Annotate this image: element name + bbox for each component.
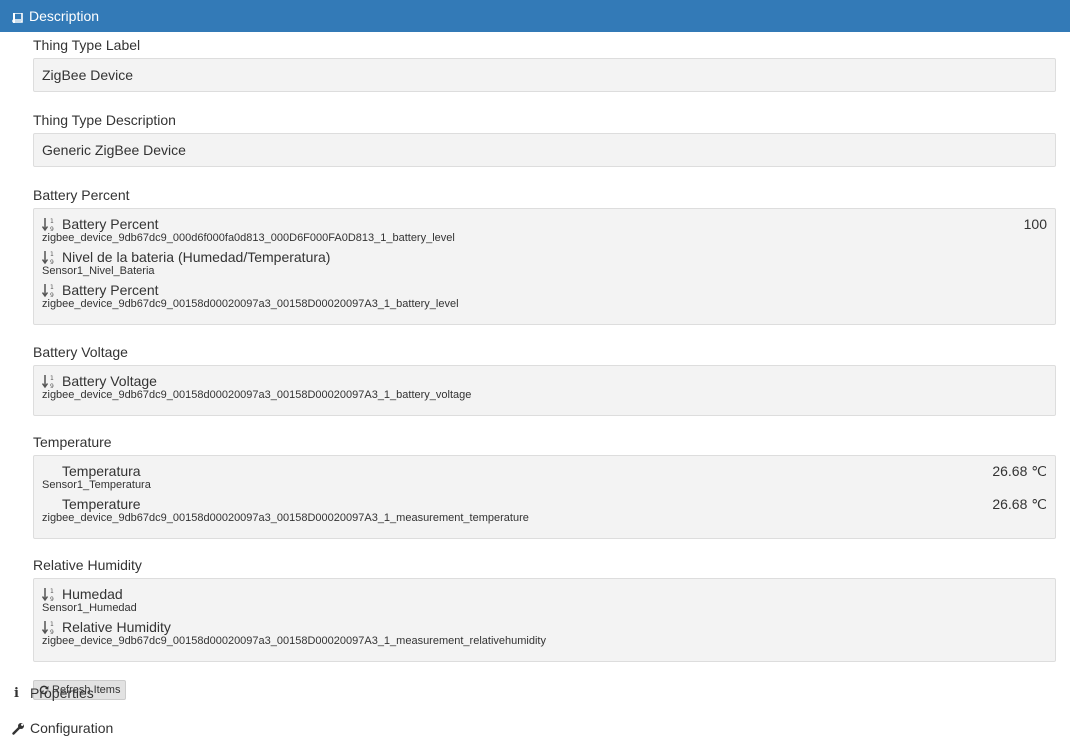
linked-item[interactable]: 19 Battery Voltage zigbee_device_9db67dc… — [41, 373, 1047, 402]
item-title: Relative Humidity — [62, 619, 171, 635]
sort-numeric-icon: 19 — [41, 374, 56, 390]
sort-numeric-icon: 19 — [41, 217, 56, 233]
svg-text:9: 9 — [50, 629, 54, 635]
item-name: zigbee_device_9db67dc9_00158d00020097a3_… — [42, 512, 529, 524]
info-icon: i — [14, 685, 19, 701]
svg-text:1: 1 — [50, 218, 54, 225]
svg-text:1: 1 — [50, 251, 54, 258]
properties-label: Properties — [30, 685, 94, 701]
item-name: zigbee_device_9db67dc9_00158d00020097a3_… — [42, 298, 459, 310]
linked-item[interactable]: 19 Nivel de la bateria (Humedad/Temperat… — [41, 249, 1047, 278]
item-title: Battery Voltage — [62, 373, 157, 389]
battery-percent-box: 19 Battery Percent zigbee_device_9db67dc… — [33, 208, 1056, 325]
wrench-icon — [12, 722, 25, 735]
sort-numeric-icon: 19 — [41, 250, 56, 266]
svg-text:1: 1 — [50, 621, 54, 628]
item-title: Temperature — [62, 496, 141, 512]
item-title: Nivel de la bateria (Humedad/Temperatura… — [62, 249, 331, 265]
item-name: Sensor1_Humedad — [42, 602, 137, 614]
item-title: Temperatura — [62, 463, 141, 479]
item-title: Battery Percent — [62, 216, 159, 232]
linked-item[interactable]: 19 Battery Percent zigbee_device_9db67dc… — [41, 282, 1047, 311]
description-header[interactable]: Description — [0, 0, 1070, 32]
description-panel: Thing Type Label ZigBee Device Thing Typ… — [0, 37, 1070, 700]
item-name: zigbee_device_9db67dc9_000d6f000fa0d813_… — [42, 232, 455, 244]
item-state: 26.68 ℃ — [992, 463, 1047, 479]
temperature-box: Temperatura Sensor1_Temperatura 26.68 ℃ … — [33, 455, 1056, 539]
svg-text:1: 1 — [50, 588, 54, 595]
battery-voltage-label: Battery Voltage — [33, 344, 128, 360]
svg-text:9: 9 — [50, 292, 54, 298]
book-icon — [12, 11, 23, 23]
linked-item[interactable]: Temperatura Sensor1_Temperatura 26.68 ℃ — [42, 463, 1047, 492]
configuration-label: Configuration — [30, 720, 114, 736]
item-state: 26.68 ℃ — [992, 496, 1047, 512]
linked-item[interactable]: 19 Humedad Sensor1_Humedad — [41, 586, 1047, 615]
item-title: Humedad — [62, 586, 123, 602]
relative-humidity-label: Relative Humidity — [33, 557, 142, 573]
item-name: zigbee_device_9db67dc9_00158d00020097a3_… — [42, 389, 472, 401]
sort-numeric-icon: 19 — [41, 587, 56, 603]
svg-text:1: 1 — [50, 284, 54, 291]
svg-text:9: 9 — [50, 226, 54, 232]
relative-humidity-box: 19 Humedad Sensor1_Humedad 19 Relative H… — [33, 578, 1056, 662]
item-state: 100 — [1023, 216, 1047, 232]
properties-section[interactable]: i Properties — [14, 685, 94, 701]
battery-percent-label: Battery Percent — [33, 187, 130, 203]
item-title: Battery Percent — [62, 282, 159, 298]
linked-item[interactable]: 19 Battery Percent zigbee_device_9db67dc… — [41, 216, 1047, 245]
thing-type-description-field[interactable]: Generic ZigBee Device — [33, 133, 1056, 167]
header-title: Description — [29, 8, 100, 24]
sort-numeric-icon: 19 — [41, 283, 56, 299]
item-name: Sensor1_Nivel_Bateria — [42, 265, 155, 277]
thing-type-label-value: ZigBee Device — [42, 67, 134, 83]
item-name: zigbee_device_9db67dc9_00158d00020097a3_… — [42, 635, 546, 647]
thing-type-description-value: Generic ZigBee Device — [42, 142, 186, 158]
linked-item[interactable]: 19 Relative Humidity zigbee_device_9db67… — [41, 619, 1047, 648]
svg-text:1: 1 — [50, 375, 54, 382]
svg-text:9: 9 — [50, 259, 54, 265]
thing-type-description-label: Thing Type Description — [33, 112, 176, 128]
thing-type-label-label: Thing Type Label — [33, 37, 141, 53]
temperature-label: Temperature — [33, 434, 112, 450]
svg-text:9: 9 — [50, 383, 54, 389]
linked-item[interactable]: Temperature zigbee_device_9db67dc9_00158… — [42, 496, 1047, 525]
thing-type-label-field[interactable]: ZigBee Device — [33, 58, 1056, 92]
item-name: Sensor1_Temperatura — [42, 479, 151, 491]
configuration-section[interactable]: Configuration — [12, 720, 113, 736]
svg-text:9: 9 — [50, 596, 54, 602]
battery-voltage-box: 19 Battery Voltage zigbee_device_9db67dc… — [33, 365, 1056, 416]
sort-numeric-icon: 19 — [41, 620, 56, 636]
